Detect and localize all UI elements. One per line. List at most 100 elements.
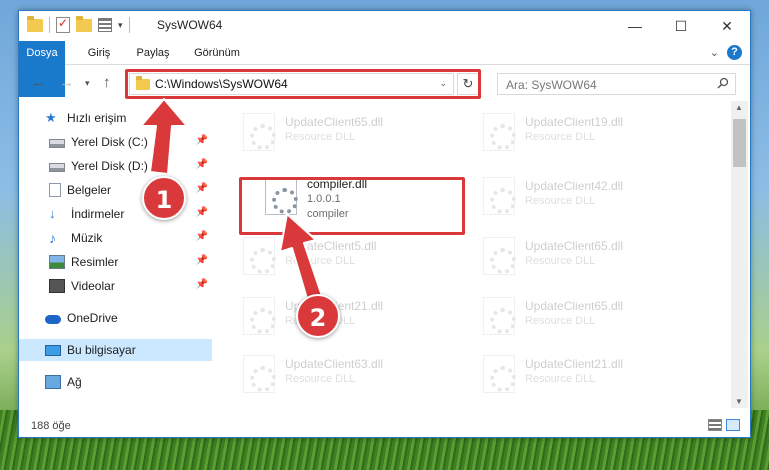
sidebar-item-pictures[interactable]: Resimler 📌 — [19, 251, 212, 273]
cloud-icon — [45, 315, 61, 324]
navigation-pane: ★ Hızlı erişim Yerel Disk (C:) 📌 Yerel D… — [19, 101, 214, 408]
file-tile[interactable]: UpdateClient21.dll Resource DLL — [237, 291, 467, 347]
folder-icon — [27, 15, 43, 32]
file-description: Resource DLL — [525, 373, 596, 385]
video-icon — [49, 279, 65, 293]
status-bar: 188 öğe — [19, 415, 750, 437]
file-tile[interactable]: UpdateClient21.dll Resource DLL — [477, 349, 707, 405]
tiles-view-icon[interactable] — [726, 419, 740, 431]
up-arrow-icon[interactable]: ↑ — [103, 74, 111, 91]
pin-icon: 📌 — [195, 279, 208, 290]
dll-file-icon — [243, 355, 276, 393]
file-name: UpdateClient65.dll — [525, 299, 624, 313]
sidebar-item-local-disk-c[interactable]: Yerel Disk (C:) 📌 — [19, 131, 212, 153]
details-view-icon[interactable] — [708, 419, 722, 431]
address-highlight-box — [125, 69, 481, 99]
file-tile[interactable]: UpdateClient19.dll Resource DLL — [477, 107, 707, 163]
network-icon — [45, 375, 61, 389]
vertical-scrollbar[interactable]: ▲ ▼ — [731, 101, 748, 408]
pin-icon: 📌 — [195, 231, 208, 242]
navigation-bar: ← → ▾ ↑ C:\Windows\SysWOW64 ⌄ ↻ Ara: Sys… — [19, 66, 750, 100]
customize-toolbar-icon[interactable]: ▾ — [118, 20, 123, 31]
computer-icon — [45, 344, 61, 356]
item-count: 188 öğe — [31, 420, 71, 432]
tab-home[interactable]: Giriş — [79, 41, 119, 65]
scrollbar-thumb[interactable] — [733, 119, 746, 167]
file-name: UpdateClient21.dll — [525, 357, 624, 371]
file-description: Resource DLL — [285, 373, 356, 385]
scroll-down-icon[interactable]: ▼ — [735, 397, 743, 406]
picture-icon — [49, 255, 65, 269]
sidebar-item-quick-access[interactable]: ★ Hızlı erişim — [19, 107, 212, 129]
file-tile[interactable]: UpdateClient65.dll Resource DLL — [237, 107, 467, 163]
pin-icon: 📌 — [195, 135, 208, 146]
file-name: UpdateClient65.dll — [525, 239, 624, 253]
tab-share[interactable]: Paylaş — [131, 41, 175, 65]
sidebar-item-label: Yerel Disk (C:) — [71, 135, 148, 149]
sidebar-item-label: Bu bilgisayar — [67, 343, 136, 357]
dll-file-icon — [483, 297, 516, 335]
file-description: Resource DLL — [525, 195, 596, 207]
pin-icon: 📌 — [195, 159, 208, 170]
ribbon-tabs: Dosya Giriş Paylaş Görünüm ⌄ ? — [19, 41, 750, 97]
pin-icon: 📌 — [195, 183, 208, 194]
file-name: UpdateClient63.dll — [285, 357, 384, 371]
sidebar-item-label: OneDrive — [67, 311, 118, 325]
chevron-down-icon[interactable]: ⌄ — [710, 46, 719, 59]
forward-arrow-icon[interactable]: → — [59, 74, 74, 91]
file-name: UpdateClient42.dll — [525, 179, 624, 193]
sidebar-item-network[interactable]: Ağ — [19, 371, 212, 393]
new-folder-icon[interactable] — [76, 15, 92, 32]
step-2-badge: 2 — [296, 294, 340, 338]
file-tile[interactable]: UpdateClient5.dll Resource DLL — [237, 231, 467, 287]
sidebar-item-label: Hızlı erişim — [67, 111, 127, 125]
search-input[interactable]: Ara: SysWOW64 — [506, 78, 597, 92]
sidebar-item-videos[interactable]: Videolar 📌 — [19, 275, 212, 297]
star-icon: ★ — [45, 110, 57, 125]
close-button[interactable]: ✕ — [704, 11, 750, 41]
file-name: UpdateClient5.dll — [285, 239, 377, 253]
sidebar-item-label: Belgeler — [67, 183, 112, 197]
sidebar-item-label: Müzik — [71, 231, 103, 245]
file-description: Resource DLL — [285, 255, 356, 267]
minimize-button[interactable]: — — [612, 11, 658, 41]
download-icon: ↓ — [49, 206, 56, 221]
step-1-badge: 1 — [142, 176, 186, 220]
dll-file-icon — [243, 237, 276, 275]
file-tile[interactable]: UpdateClient63.dll Resource DLL — [237, 349, 467, 405]
properties-check-icon[interactable] — [56, 16, 70, 33]
recent-locations-chevron-icon[interactable]: ▾ — [85, 78, 90, 89]
pin-icon: 📌 — [195, 207, 208, 218]
sidebar-item-label: Resimler — [71, 255, 119, 269]
dll-file-icon — [243, 297, 276, 335]
file-description: Resource DLL — [285, 131, 356, 143]
sidebar-item-label: Ağ — [67, 375, 82, 389]
title-bar: ▾ SysWOW64 — ☐ ✕ — [19, 11, 750, 41]
explorer-window: ▾ SysWOW64 — ☐ ✕ Dosya Giriş Paylaş Görü… — [18, 10, 751, 438]
sidebar-item-onedrive[interactable]: OneDrive — [19, 307, 212, 329]
file-tile[interactable]: UpdateClient65.dll Resource DLL — [477, 231, 707, 287]
sidebar-item-local-disk-d[interactable]: Yerel Disk (D:) 📌 — [19, 155, 212, 177]
sidebar-item-music[interactable]: ♪ Müzik 📌 — [19, 227, 212, 249]
tab-view[interactable]: Görünüm — [187, 41, 247, 65]
help-button[interactable]: ? — [727, 45, 742, 60]
maximize-button[interactable]: ☐ — [658, 11, 704, 41]
disk-icon — [49, 163, 65, 172]
dll-file-icon — [483, 237, 516, 275]
sidebar-item-label: İndirmeler — [71, 207, 125, 221]
toolbar-divider — [49, 17, 50, 33]
file-name: UpdateClient65.dll — [285, 115, 384, 129]
search-box[interactable]: Ara: SysWOW64 — [497, 73, 736, 95]
sidebar-item-label: Videolar — [71, 279, 115, 293]
file-tile[interactable]: UpdateClient42.dll Resource DLL — [477, 171, 707, 227]
file-tile[interactable]: UpdateClient65.dll Resource DLL — [477, 291, 707, 347]
file-description: Resource DLL — [525, 255, 596, 267]
sidebar-item-this-pc[interactable]: Bu bilgisayar — [19, 339, 212, 361]
file-name: UpdateClient19.dll — [525, 115, 624, 129]
back-arrow-icon[interactable]: ← — [31, 74, 46, 91]
dll-file-icon — [483, 113, 516, 151]
properties-icon[interactable] — [98, 18, 112, 32]
scroll-up-icon[interactable]: ▲ — [735, 103, 743, 112]
dll-file-icon — [483, 177, 516, 215]
search-icon — [717, 77, 729, 89]
